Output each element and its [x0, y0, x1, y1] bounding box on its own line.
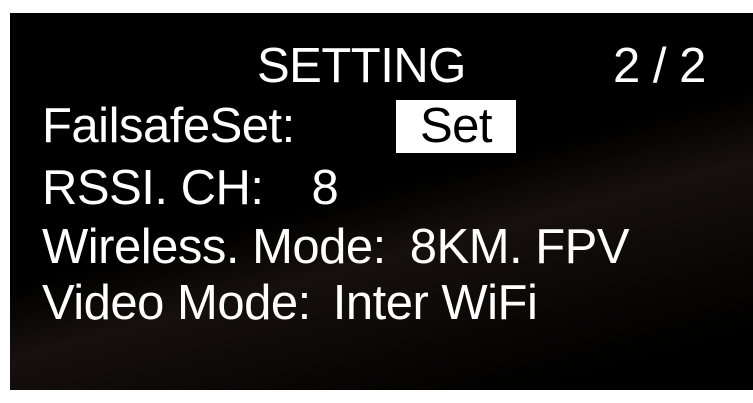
rssi-ch-value[interactable]: 8 [311, 164, 338, 213]
video-mode-row[interactable]: Video Mode: Inter WiFi [42, 276, 538, 330]
wireless-mode-label: Wireless. Mode: [42, 220, 386, 274]
wireless-mode-value[interactable]: 8KM. FPV [410, 223, 630, 272]
settings-screen: SETTING 2 / 2 FailsafeSet: Set RSSI. CH:… [10, 13, 753, 390]
failsafe-set-button[interactable]: Set [396, 100, 516, 153]
video-mode-label: Video Mode: [42, 276, 311, 330]
rssi-ch-label: RSSI. CH: [42, 161, 264, 215]
rssi-ch-row[interactable]: RSSI. CH: 8 [42, 161, 339, 215]
failsafe-label: FailsafeSet: [42, 99, 295, 153]
page-indicator: 2 / 2 [613, 39, 706, 93]
wireless-mode-row[interactable]: Wireless. Mode: 8KM. FPV [42, 220, 630, 274]
failsafe-row: FailsafeSet: [42, 102, 295, 151]
video-mode-value[interactable]: Inter WiFi [333, 279, 538, 328]
screen-title: SETTING [257, 39, 466, 93]
